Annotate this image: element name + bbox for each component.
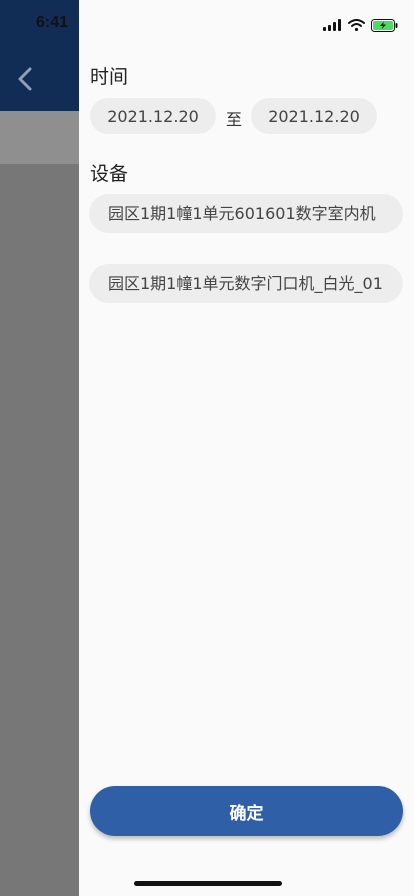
wifi-icon <box>348 19 365 31</box>
device-section-title: 设备 <box>90 163 129 185</box>
start-date-picker[interactable]: 2021.12.20 <box>90 98 216 134</box>
cellular-signal-icon <box>323 19 341 31</box>
device-option-label: 园区1期1幢1单元601601数字室内机 <box>108 204 376 223</box>
chevron-left-icon <box>18 67 32 91</box>
confirm-button-label: 确定 <box>229 803 264 824</box>
battery-charging-icon <box>371 18 398 32</box>
device-option[interactable]: 园区1期1幢1单元601601数字室内机 <box>89 194 403 233</box>
device-option-label: 园区1期1幢1单元数字门口机_白光_01 <box>108 274 383 293</box>
end-date-value: 2021.12.20 <box>268 106 360 126</box>
status-icons <box>323 16 398 34</box>
filter-drawer: 时间 2021.12.20 至 2021.12.20 设备 园区1期1幢1单元6… <box>79 0 414 896</box>
status-time: 6:41 <box>36 14 69 31</box>
end-date-picker[interactable]: 2021.12.20 <box>251 98 377 134</box>
time-section-title: 时间 <box>90 66 129 88</box>
date-range-separator: 至 <box>226 110 243 129</box>
back-button[interactable] <box>12 64 38 94</box>
start-date-value: 2021.12.20 <box>107 106 199 126</box>
confirm-button[interactable]: 确定 <box>90 786 403 836</box>
home-indicator <box>134 881 282 886</box>
screen: 6:41 时间 2021.12.20 至 2021.12.20 设备 园区1期1… <box>0 0 414 896</box>
device-option[interactable]: 园区1期1幢1单元数字门口机_白光_01 <box>89 264 403 303</box>
